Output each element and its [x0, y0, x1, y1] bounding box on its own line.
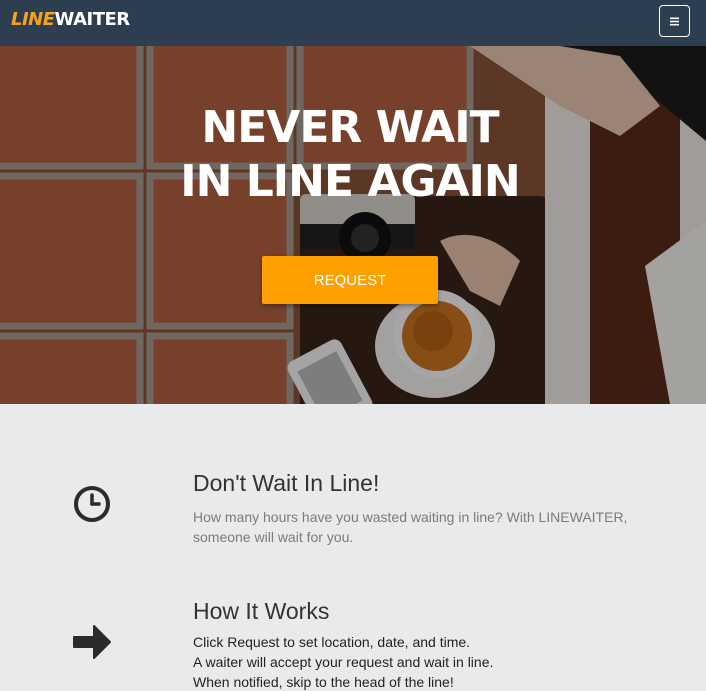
hero-background-image — [0, 46, 706, 404]
hero-headline-line2: IN LINE AGAIN — [180, 156, 521, 207]
clock-icon — [74, 486, 110, 522]
hero-section: NEVER WAIT IN LINE AGAIN REQUEST — [0, 46, 706, 404]
brand-part-line: LINE — [11, 9, 55, 30]
feature-steps: Click Request to set location, date, and… — [193, 632, 663, 691]
brand-part-waiter: WAITER — [54, 9, 131, 30]
menu-toggle-button[interactable] — [659, 5, 690, 37]
brand-logo[interactable]: LINEWAITER — [11, 9, 130, 30]
feature-title: Don't Wait In Line! — [193, 470, 380, 496]
hero-headline: NEVER WAIT IN LINE AGAIN — [0, 101, 700, 209]
hero-headline-line1: NEVER WAIT — [201, 102, 499, 153]
hamburger-icon — [670, 17, 679, 25]
step-line: Click Request to set location, date, and… — [193, 634, 471, 650]
step-line: When notified, skip to the head of the l… — [193, 674, 454, 690]
navbar: LINEWAITER — [0, 0, 706, 46]
request-button[interactable]: REQUEST — [262, 256, 438, 304]
feature-description: How many hours have you wasted waiting i… — [193, 509, 628, 545]
feature-title: How It Works — [193, 598, 330, 624]
arrow-right-icon — [73, 625, 111, 659]
step-line: A waiter will accept your request and wa… — [193, 654, 494, 670]
